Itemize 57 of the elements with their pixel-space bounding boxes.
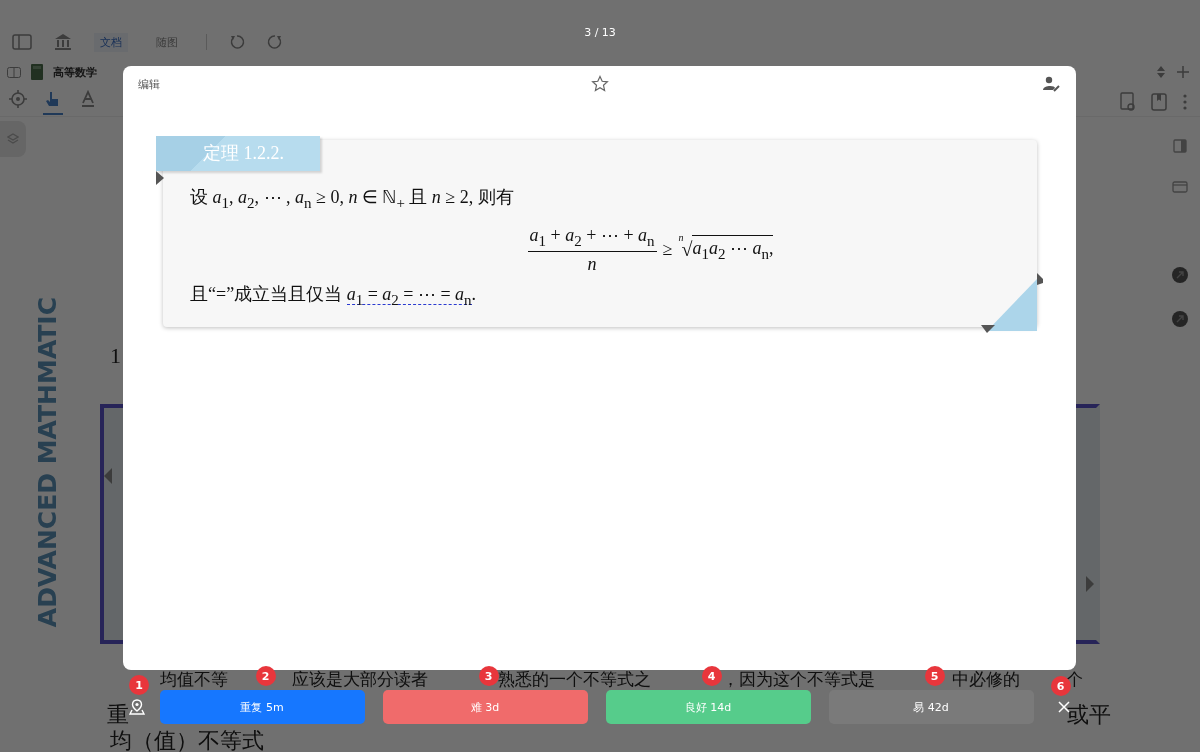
paragraph-text: 均值不等 — [160, 671, 229, 689]
card-icon[interactable] — [1172, 181, 1188, 193]
link-icon[interactable] — [1172, 267, 1188, 283]
sidebar-toggle-icon[interactable] — [12, 34, 32, 50]
sort-icon[interactable] — [1156, 65, 1166, 79]
more-icon[interactable] — [1182, 93, 1188, 111]
review-button[interactable]: 重复 5m — [159, 690, 365, 724]
review-button[interactable]: 良好 14d — [605, 690, 811, 724]
paragraph-text: 均（值）不等式 — [110, 730, 264, 752]
paragraph-text: ，因为这个不等式是 — [722, 671, 876, 689]
formula-link[interactable]: a$_{1}$ = a$_{2}$ = ⋯ = a$_{n}$ — [346, 284, 472, 306]
number-badge: 1 — [129, 675, 149, 695]
review-button[interactable]: 难 3d — [382, 690, 588, 724]
document-text: 1 — [110, 344, 122, 368]
document-search-icon[interactable] — [1120, 92, 1136, 112]
layers-icon — [7, 133, 19, 145]
paragraph-text: 应该是大部分读者 — [292, 671, 429, 689]
paragraph-text: 重 — [107, 701, 129, 729]
panel-icon[interactable] — [7, 66, 21, 78]
plus-icon[interactable] — [1176, 65, 1190, 79]
number-badge: 4 — [701, 666, 722, 686]
fraction-denominator: n — [587, 253, 597, 276]
layers-button[interactable] — [0, 121, 26, 157]
pointer-hand-icon[interactable] — [43, 89, 63, 115]
root-index: n — [678, 231, 684, 243]
book-icon — [31, 64, 43, 80]
undo-icon[interactable] — [229, 34, 245, 50]
user-edit-icon[interactable] — [1042, 76, 1060, 92]
number-badge: 5 — [924, 666, 945, 686]
page-counter: 3 / 13 — [583, 26, 617, 39]
paragraph-text: 熟悉的一个不等式之 — [498, 671, 652, 689]
theorem-tag: 定理 1.2.2. — [156, 136, 320, 171]
left-triangle-icon — [104, 468, 112, 484]
tag-fold-drawing — [156, 171, 164, 185]
right-triangle-icon — [1086, 576, 1094, 592]
corner-ribbon-drawing — [981, 273, 1043, 335]
fraction-numerator: a$_{1}$ + a$_{2}$ + ⋯ + a$_{n}$ — [527, 223, 657, 253]
cover-title: ADVANCED MATHMATIC — [33, 297, 62, 628]
dialog-title: 编辑 — [138, 76, 160, 92]
star-icon[interactable] — [591, 75, 609, 93]
toolbar-tab[interactable]: 文档 — [94, 32, 128, 52]
sidebar-panel-icon[interactable] — [1173, 139, 1187, 153]
paragraph-text: 或平 — [1067, 701, 1111, 729]
location-pin-icon[interactable] — [128, 699, 145, 715]
paragraph-text: 中必修的 — [952, 671, 1021, 689]
theorem-condition: 且“=”成立当且仅当 a$_{1}$ = a$_{2}$ = ⋯ = a$_{n}$. — [190, 283, 478, 310]
redo-icon[interactable] — [267, 34, 283, 50]
bank-icon[interactable] — [54, 33, 72, 51]
relation-sign: ≥ — [662, 238, 673, 260]
number-badge: 2 — [255, 666, 276, 686]
bookmark-icon[interactable] — [1151, 93, 1167, 111]
link-icon[interactable] — [1172, 311, 1188, 327]
number-badge: 3 — [478, 666, 499, 686]
notebook-title: 高等数学 — [53, 64, 97, 80]
theorem-statement: 设 a$_{1}$, a$_{2}$, ⋯ , a$_{n}$ ≥ 0, n ∈ ℕ$_{+}$ 且 n ≥ 2, 则有 — [190, 186, 515, 213]
radicand: a$_{1}$a$_{2}$ ⋯ a$_{n}$, — [692, 234, 774, 263]
review-button[interactable]: 易 42d — [828, 690, 1034, 724]
